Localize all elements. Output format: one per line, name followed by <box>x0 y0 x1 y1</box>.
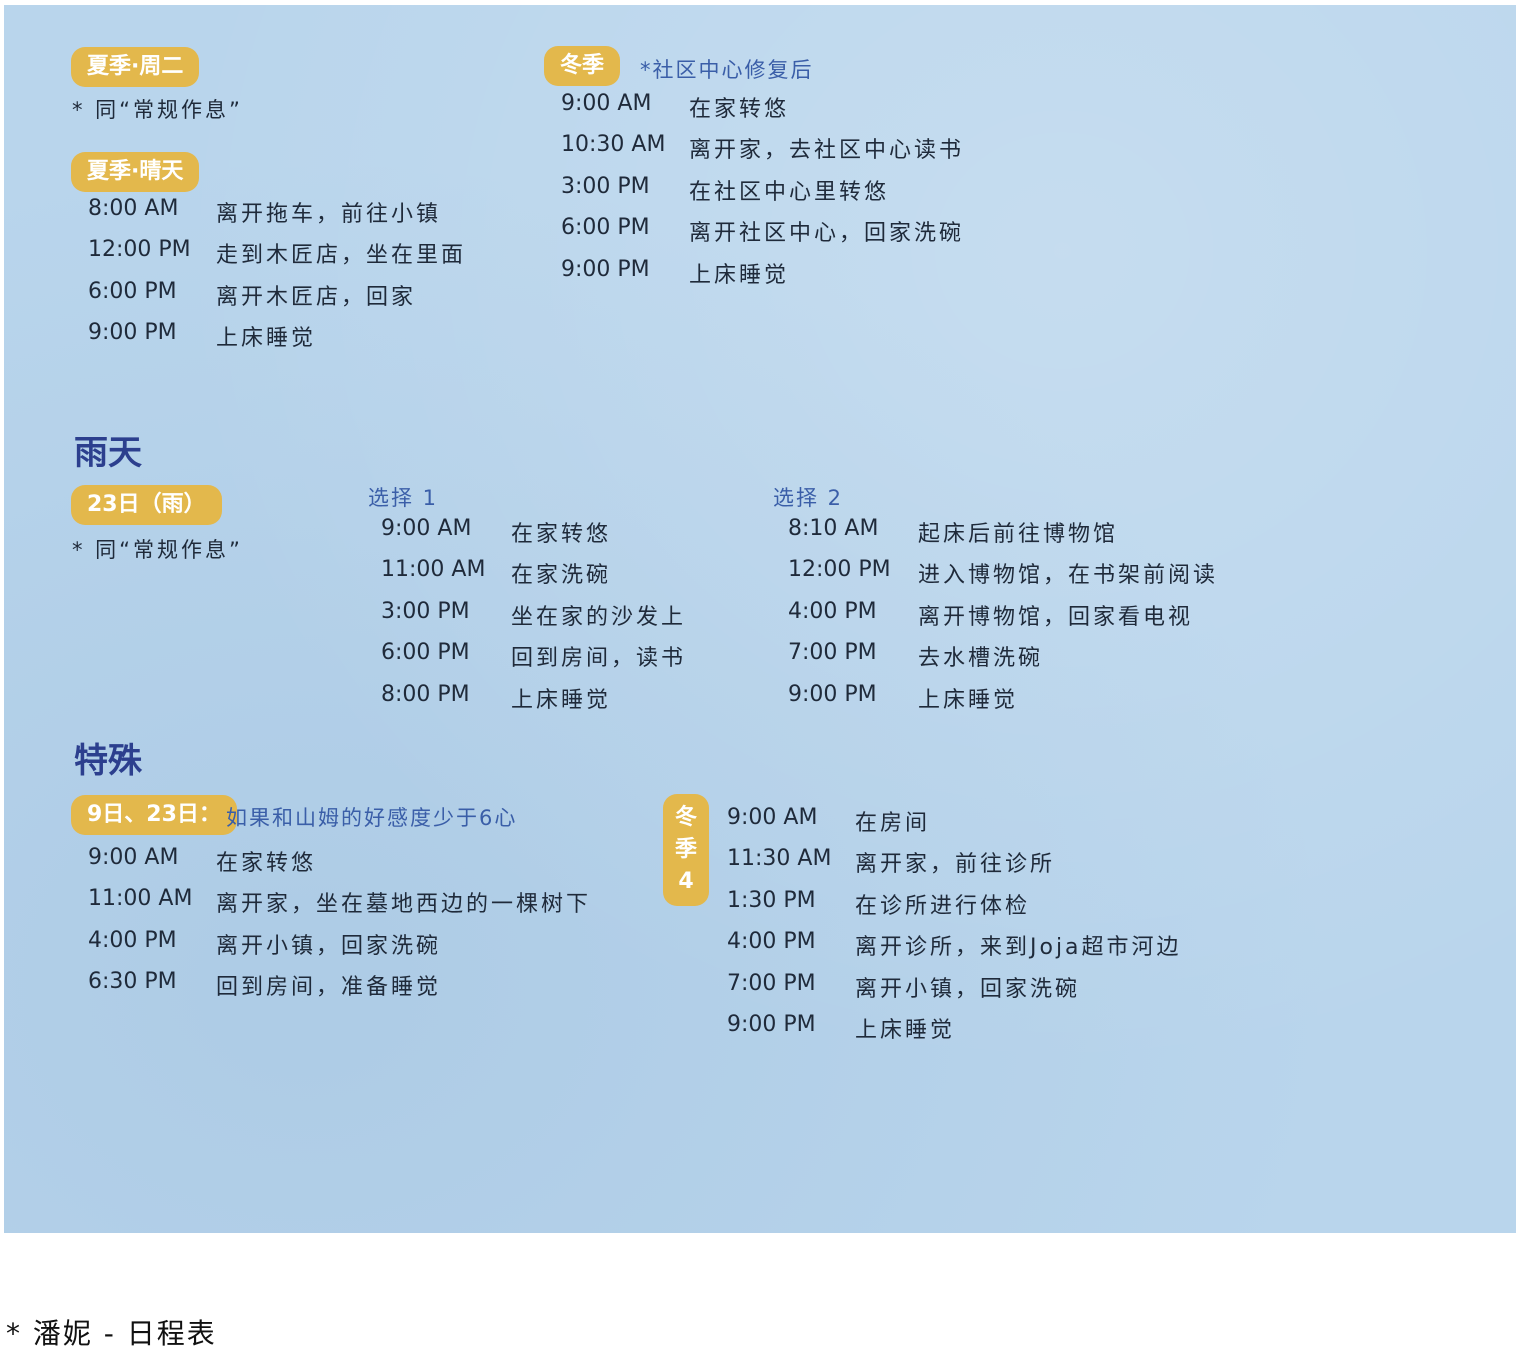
schedule-time: 6:00 PM <box>561 215 650 241</box>
schedule-activity: 上床睡觉 <box>511 687 612 713</box>
rain-option2-label: 选择 2 <box>773 486 844 510</box>
schedule-activity: 在家转悠 <box>689 97 790 122</box>
schedule-time: 4:00 PM <box>88 927 177 953</box>
special-note: 如果和山姆的好感度少于6心 <box>226 806 518 830</box>
schedule-time: 9:00 PM <box>88 320 177 346</box>
schedule-time: 7:00 PM <box>788 640 877 666</box>
summer-tuesday-note: * 同“常规作息” <box>72 98 243 122</box>
schedule-activity: 回到房间，读书 <box>511 646 687 672</box>
schedule-activity: 进入博物馆，在书架前阅读 <box>918 563 1219 589</box>
schedule-time: 9:00 AM <box>561 91 652 116</box>
schedule-activity: 上床睡觉 <box>918 687 1019 713</box>
schedule-activity: 坐在家的沙发上 <box>511 604 687 630</box>
winter4-tag-char: 4 <box>678 869 694 894</box>
schedule-activity: 离开家，去社区中心读书 <box>689 138 965 164</box>
winter-note: *社区中心修复后 <box>640 58 814 82</box>
winter4-tag-char: 季 <box>674 837 697 862</box>
schedule-activity: 离开社区中心，回家洗碗 <box>689 221 965 247</box>
schedule-activity: 去水槽洗碗 <box>918 646 1044 672</box>
winter4-tag-char: 冬 <box>674 805 697 830</box>
schedule-time: 7:00 PM <box>727 970 816 996</box>
schedule-activity: 离开拖车，前往小镇 <box>216 202 442 227</box>
schedule-time: 9:00 AM <box>727 805 818 830</box>
winter-tag: 冬季 <box>544 46 621 86</box>
schedule-activity: 离开小镇，回家洗碗 <box>855 976 1081 1002</box>
schedule-time: 8:10 AM <box>788 516 879 541</box>
schedule-activity: 起床后前往博物馆 <box>918 522 1119 547</box>
schedule-time: 3:00 PM <box>561 173 650 199</box>
schedule-time: 10:30 AM <box>561 132 666 158</box>
schedule-time: 6:00 PM <box>381 640 470 666</box>
special-heading: 特殊 <box>74 741 142 781</box>
rain-heading: 雨天 <box>74 433 142 473</box>
schedule-activity: 在房间 <box>855 811 931 836</box>
schedule-time: 12:00 PM <box>88 237 191 263</box>
schedule-activity: 离开家，前往诊所 <box>855 852 1056 878</box>
schedule-time: 11:00 AM <box>88 886 193 912</box>
schedule-activity: 在家转悠 <box>216 851 317 876</box>
rain-note: * 同“常规作息” <box>72 538 243 562</box>
schedule-time: 6:00 PM <box>88 278 177 304</box>
schedule-time: 12:00 PM <box>788 557 891 583</box>
schedule-time: 1:30 PM <box>727 887 816 913</box>
schedule-activity: 在社区中心里转悠 <box>689 179 890 205</box>
winter4-tag: 冬 季 4 <box>663 794 709 906</box>
schedule-activity: 离开诊所，来到Joja超市河边 <box>855 935 1182 961</box>
schedule-time: 8:00 PM <box>381 681 470 707</box>
schedule-activity: 上床睡觉 <box>689 262 790 288</box>
schedule-activity: 在家洗碗 <box>511 563 612 589</box>
schedule-time: 4:00 PM <box>788 598 877 624</box>
schedule-activity: 上床睡觉 <box>855 1017 956 1043</box>
schedule-activity: 离开博物馆，回家看电视 <box>918 604 1194 630</box>
schedule-activity: 回到房间，准备睡觉 <box>216 975 442 1001</box>
schedule-activity: 上床睡觉 <box>216 326 317 352</box>
schedule-time: 11:30 AM <box>727 846 832 872</box>
schedule-activity: 走到木匠店，坐在里面 <box>216 243 467 269</box>
schedule-time: 9:00 AM <box>88 845 179 870</box>
schedule-time: 9:00 PM <box>788 681 877 707</box>
schedule-activity: 在诊所进行体检 <box>855 893 1031 919</box>
schedule-activity: 离开木匠店，回家 <box>216 284 417 310</box>
schedule-time: 8:00 AM <box>88 196 179 221</box>
rain-option1-label: 选择 1 <box>368 486 439 510</box>
summer-tuesday-tag: 夏季·周二 <box>71 47 200 87</box>
rain-tag: 23日（雨） <box>71 485 222 525</box>
special-tag: 9日、23日： <box>71 795 237 835</box>
schedule-time: 11:00 AM <box>381 557 486 583</box>
summer-sunny-tag: 夏季·晴天 <box>71 152 200 192</box>
schedule-activity: 离开小镇，回家洗碗 <box>216 933 442 959</box>
schedule-activity: 在家转悠 <box>511 522 612 547</box>
schedule-time: 9:00 AM <box>381 516 472 541</box>
schedule-time: 3:00 PM <box>381 598 470 624</box>
schedule-time: 6:30 PM <box>88 969 177 995</box>
schedule-time: 9:00 PM <box>727 1011 816 1037</box>
schedule-time: 9:00 PM <box>561 256 650 282</box>
schedule-time: 4:00 PM <box>727 929 816 955</box>
schedule-activity: 离开家，坐在墓地西边的一棵树下 <box>216 892 592 918</box>
footer-caption: * 潘妮 - 日程表 <box>6 1317 217 1350</box>
